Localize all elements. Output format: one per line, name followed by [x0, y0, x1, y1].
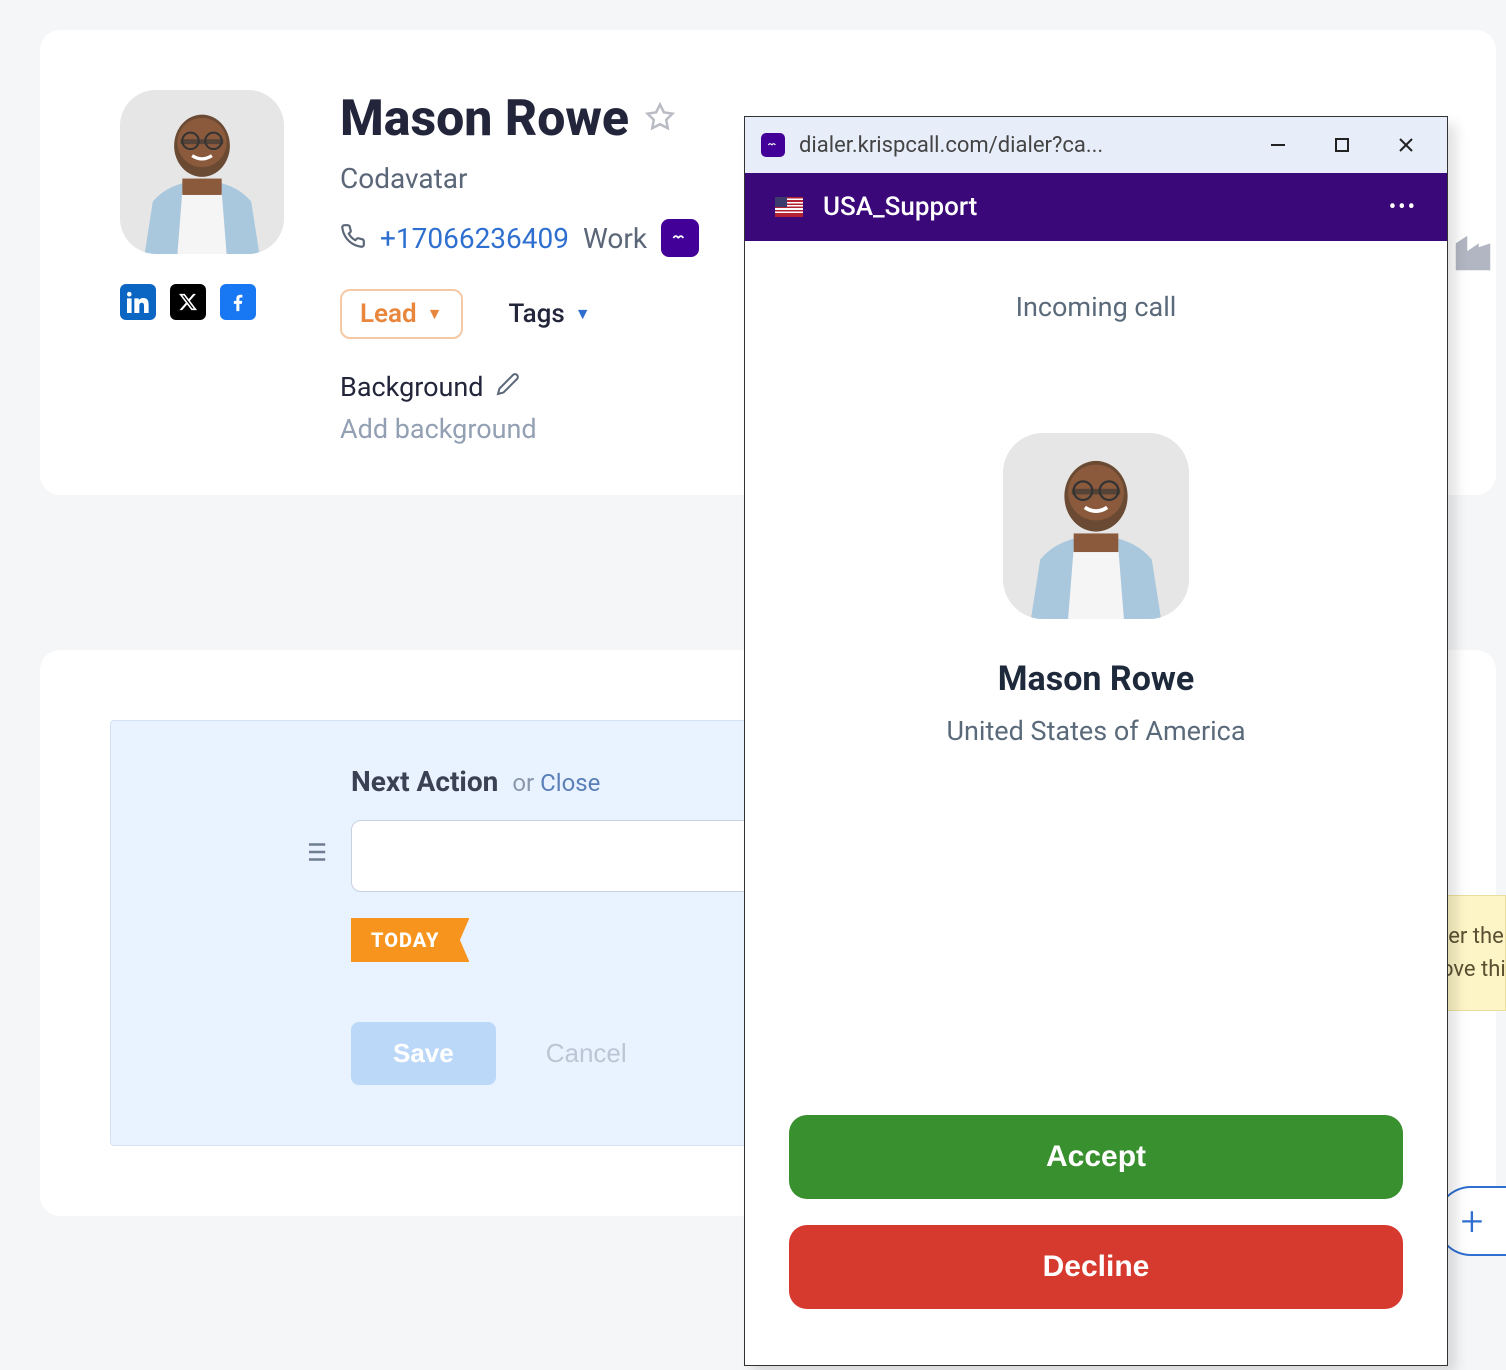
dialer-body: Incoming call Mason Rowe United States o… — [745, 241, 1447, 1115]
decline-button[interactable]: Decline — [789, 1225, 1403, 1309]
next-action-title: Next Action — [351, 765, 498, 798]
linkedin-icon[interactable] — [120, 284, 156, 320]
building-icon[interactable] — [1450, 230, 1496, 280]
us-flag-icon — [775, 197, 803, 217]
dialer-badge-icon[interactable] — [661, 219, 699, 257]
dialer-title-group: USA_Support — [775, 192, 977, 222]
dialer-title: USA_Support — [823, 192, 977, 222]
maximize-button[interactable] — [1317, 125, 1367, 165]
today-badge[interactable]: TODAY — [351, 918, 469, 962]
note-line2: ove this — [1441, 953, 1495, 986]
caller-location: United States of America — [946, 715, 1245, 747]
chevron-down-icon: ▼ — [575, 304, 591, 324]
minimize-button[interactable] — [1253, 125, 1303, 165]
tags-label: Tags — [509, 299, 565, 329]
social-links — [120, 284, 300, 320]
favicon-icon — [761, 133, 785, 157]
lead-label: Lead — [360, 299, 417, 329]
note-line1: ter the c — [1441, 920, 1495, 953]
caller-name: Mason Rowe — [998, 659, 1194, 699]
phone-type-label: Work — [583, 222, 647, 255]
chevron-down-icon: ▼ — [427, 304, 443, 324]
caller-avatar — [1003, 433, 1189, 619]
incoming-call-label: Incoming call — [1016, 291, 1177, 323]
accept-button[interactable]: Accept — [789, 1115, 1403, 1199]
avatar-column — [120, 90, 300, 445]
star-icon[interactable] — [645, 102, 675, 136]
dialer-popup: dialer.krispcall.com/dialer?ca... USA_Su… — [744, 116, 1448, 1366]
avatar[interactable] — [120, 90, 284, 254]
phone-icon — [340, 223, 366, 253]
dialer-header: USA_Support ••• — [745, 173, 1447, 241]
close-button[interactable] — [1381, 125, 1431, 165]
edit-icon[interactable] — [496, 371, 520, 403]
or-close-text: or Close — [512, 769, 600, 797]
window-titlebar: dialer.krispcall.com/dialer?ca... — [745, 117, 1447, 173]
cancel-button[interactable]: Cancel — [546, 1038, 627, 1069]
more-icon[interactable]: ••• — [1389, 195, 1417, 220]
dialer-buttons: Accept Decline — [745, 1115, 1447, 1365]
facebook-icon[interactable] — [220, 284, 256, 320]
background-label: Background — [340, 371, 484, 403]
x-icon[interactable] — [170, 284, 206, 320]
contact-name: Mason Rowe — [340, 90, 629, 148]
lead-dropdown[interactable]: Lead ▼ — [340, 289, 463, 339]
tags-dropdown[interactable]: Tags ▼ — [509, 299, 591, 329]
save-button[interactable]: Save — [351, 1022, 496, 1085]
list-icon[interactable] — [299, 837, 329, 871]
window-url: dialer.krispcall.com/dialer?ca... — [799, 133, 1239, 158]
close-link[interactable]: Close — [540, 769, 600, 797]
phone-number[interactable]: +17066236409 — [380, 222, 569, 255]
